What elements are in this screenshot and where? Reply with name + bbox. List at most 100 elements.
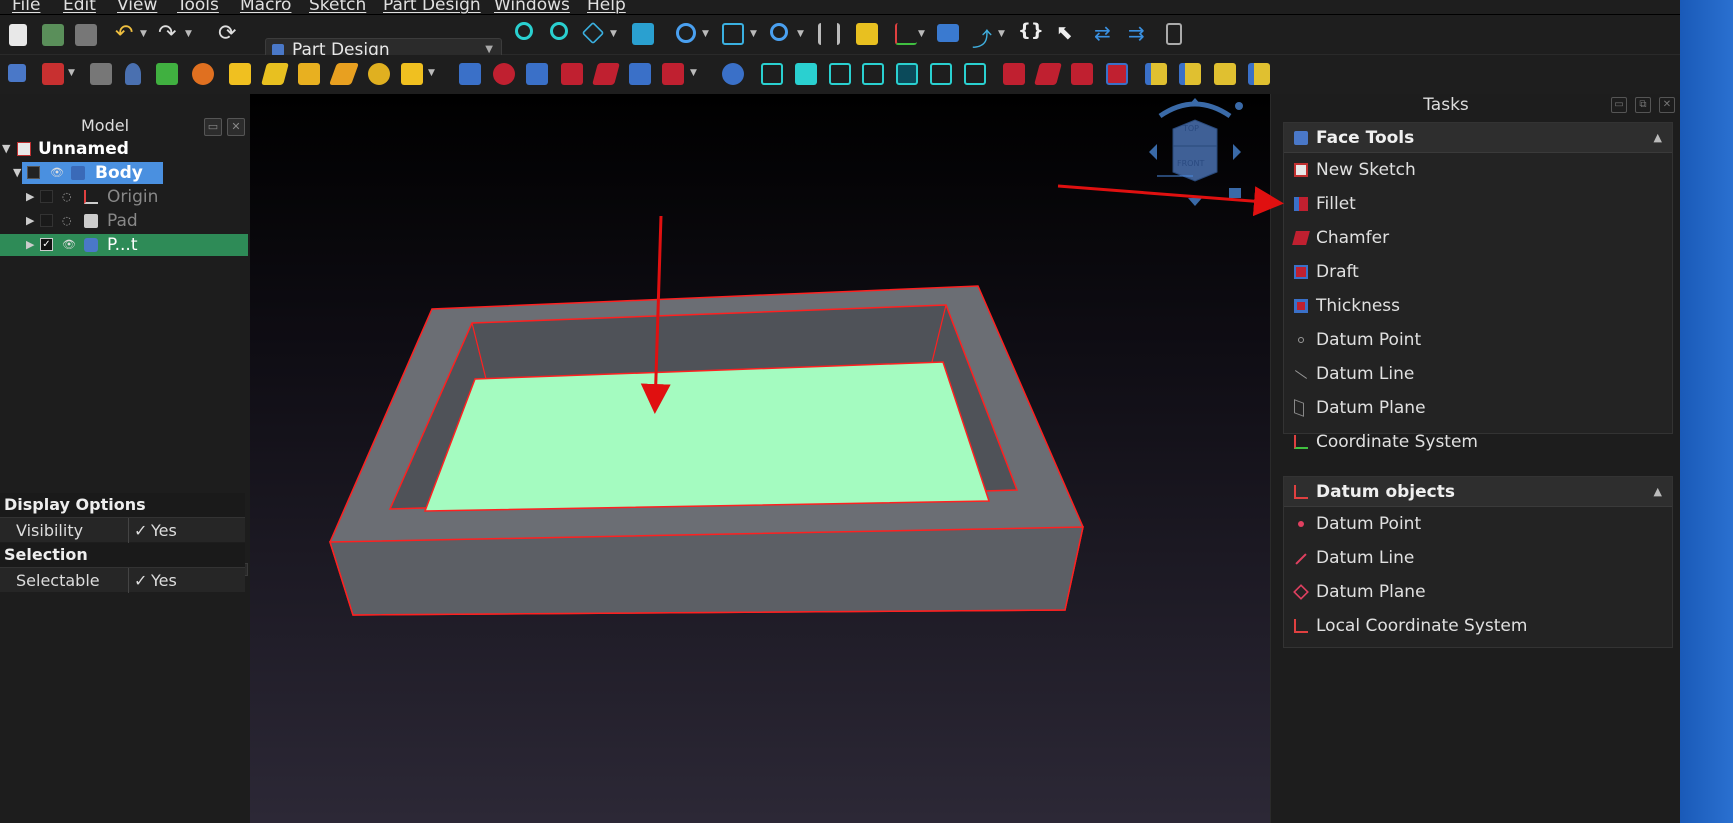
3d-viewport[interactable]: TOP FRONT bbox=[250, 94, 1270, 823]
undo-dropdown-icon[interactable]: ▼ bbox=[140, 29, 147, 39]
task-datum-point[interactable]: Datum Point bbox=[1284, 323, 1672, 357]
eye-icon[interactable]: 👁 bbox=[62, 234, 76, 256]
tray-model[interactable] bbox=[250, 94, 1270, 823]
task-datum-line[interactable]: Datum Line bbox=[1284, 357, 1672, 391]
isometric-view-icon[interactable] bbox=[581, 21, 605, 45]
menu-tools[interactable]: Tools bbox=[177, 0, 219, 14]
pad-icon[interactable] bbox=[229, 63, 251, 85]
draw-style-dropdown-icon[interactable]: ▼ bbox=[702, 29, 709, 39]
additive-dropdown-icon[interactable]: ▼ bbox=[428, 68, 435, 78]
eye-hidden-icon[interactable]: ◌ bbox=[62, 186, 72, 208]
collapsed-arrow-icon[interactable]: ▶ bbox=[26, 234, 34, 256]
link-dropdown-icon[interactable]: ▼ bbox=[998, 29, 1005, 39]
visibility-checkbox[interactable]: ✓ bbox=[40, 238, 53, 251]
subshape-binder-icon[interactable] bbox=[156, 63, 178, 85]
pocket-icon[interactable] bbox=[459, 63, 481, 85]
subtractive-pipe-icon[interactable] bbox=[592, 63, 620, 85]
pipe-icon[interactable] bbox=[328, 63, 360, 85]
visibility-checkbox[interactable] bbox=[27, 166, 40, 179]
sketch-icon[interactable] bbox=[42, 63, 64, 85]
datum-axis-icon[interactable] bbox=[895, 23, 917, 45]
task-new-sketch[interactable]: New Sketch bbox=[1284, 153, 1672, 187]
draft-tool-icon[interactable] bbox=[1071, 63, 1093, 85]
multi-transform-icon[interactable] bbox=[896, 63, 918, 85]
zoom-icon[interactable] bbox=[770, 23, 788, 41]
menu-help[interactable]: Help bbox=[587, 0, 626, 14]
whats-this-icon[interactable]: ⬉ bbox=[1056, 20, 1078, 44]
menu-macro[interactable]: Macro bbox=[240, 0, 291, 14]
task-fillet[interactable]: Fillet bbox=[1284, 187, 1672, 221]
subtractive-loft-icon[interactable] bbox=[561, 63, 583, 85]
task-datum-plane[interactable]: Datum Plane bbox=[1284, 391, 1672, 425]
chamfer-tool-icon[interactable] bbox=[1034, 63, 1062, 85]
mirrored-icon[interactable] bbox=[761, 63, 783, 85]
measure-icon[interactable] bbox=[818, 23, 840, 45]
undo-icon[interactable]: ↶ bbox=[115, 21, 137, 46]
tree-root-unnamed[interactable]: ▼ Unnamed bbox=[0, 138, 250, 160]
eye-icon[interactable]: 👁 bbox=[50, 162, 64, 184]
task-datum-plane-2[interactable]: Datum Plane bbox=[1284, 575, 1672, 609]
prop-value[interactable]: Yes bbox=[151, 568, 177, 593]
loft-icon[interactable] bbox=[298, 63, 320, 85]
sync-icon[interactable]: ⇄ bbox=[1094, 21, 1116, 45]
prop-row-selectable[interactable]: Selectable ✓ Yes bbox=[0, 567, 245, 593]
macro-braces-icon[interactable]: {} bbox=[1018, 20, 1044, 42]
new-file-icon[interactable] bbox=[9, 24, 27, 46]
bbox-dropdown-icon[interactable]: ▼ bbox=[750, 29, 757, 39]
body-icon[interactable] bbox=[8, 64, 26, 82]
menu-view[interactable]: View bbox=[117, 0, 157, 14]
boolean-icon[interactable] bbox=[722, 63, 744, 85]
fit-selection-icon[interactable] bbox=[550, 22, 568, 40]
involute-gear-icon[interactable] bbox=[1179, 63, 1201, 85]
sketch-dropdown-icon[interactable]: ▼ bbox=[68, 68, 75, 78]
shaft-wizard-icon[interactable] bbox=[1214, 63, 1236, 85]
tree-item-origin[interactable]: ▶ ◌ Origin bbox=[0, 186, 250, 208]
view-dropdown-icon[interactable]: ▼ bbox=[610, 29, 617, 39]
fit-all-icon[interactable] bbox=[515, 22, 533, 40]
subtractive-primitive-icon[interactable] bbox=[662, 63, 684, 85]
zoom-dropdown-icon[interactable]: ▼ bbox=[797, 29, 804, 39]
close-panel-icon[interactable]: ✕ bbox=[227, 118, 245, 136]
subtractive-dropdown-icon[interactable]: ▼ bbox=[690, 68, 697, 78]
draw-style-icon[interactable] bbox=[676, 23, 696, 43]
datum-dropdown-icon[interactable]: ▼ bbox=[918, 29, 925, 39]
scaled-icon[interactable] bbox=[862, 63, 884, 85]
polar-pattern-icon[interactable] bbox=[829, 63, 851, 85]
shape-binder-icon[interactable] bbox=[125, 63, 141, 85]
save-icon[interactable] bbox=[75, 24, 97, 46]
open-file-icon[interactable] bbox=[42, 24, 64, 46]
collapsed-arrow-icon[interactable]: ▶ bbox=[26, 186, 34, 208]
refresh-icon[interactable]: ⟳ bbox=[218, 21, 240, 46]
visibility-checkbox[interactable] bbox=[40, 214, 53, 227]
additive-primitive-icon[interactable] bbox=[401, 63, 423, 85]
cube-wire-icon[interactable] bbox=[930, 63, 952, 85]
task-chamfer[interactable]: Chamfer bbox=[1284, 221, 1672, 255]
task-datum-point-2[interactable]: Datum Point bbox=[1284, 507, 1672, 541]
tree-item-pocket[interactable]: ▶ ✓ 👁 P...t bbox=[0, 234, 248, 256]
close-panel-icon[interactable]: ✕ bbox=[1659, 97, 1675, 113]
prop-value[interactable]: Yes bbox=[151, 518, 177, 543]
task-draft[interactable]: Draft bbox=[1284, 255, 1672, 289]
collapse-icon[interactable]: ▲ bbox=[1654, 123, 1662, 153]
visibility-checkbox[interactable] bbox=[40, 190, 53, 203]
expand-arrow-icon[interactable]: ▼ bbox=[13, 162, 21, 184]
eye-hidden-icon[interactable]: ◌ bbox=[62, 210, 72, 232]
menu-sketch[interactable]: Sketch bbox=[309, 0, 366, 14]
groove-icon[interactable] bbox=[526, 63, 548, 85]
calculator-icon[interactable] bbox=[1166, 23, 1182, 45]
folder-icon[interactable] bbox=[937, 24, 959, 42]
task-thickness[interactable]: Thickness bbox=[1284, 289, 1672, 323]
validate-sketch-icon[interactable] bbox=[90, 63, 112, 85]
thickness-tool-icon[interactable] bbox=[1106, 63, 1128, 85]
undock-icon[interactable]: ⧉ bbox=[1635, 97, 1651, 113]
gear-icon[interactable] bbox=[1248, 63, 1270, 85]
bounding-box-icon[interactable] bbox=[722, 23, 744, 45]
std-view-icon[interactable] bbox=[632, 23, 654, 45]
float-panel-icon[interactable]: ▭ bbox=[1611, 97, 1627, 113]
fillet-tool-icon[interactable] bbox=[1003, 63, 1025, 85]
datum-objects-header[interactable]: Datum objects ▲ bbox=[1284, 477, 1672, 507]
navigation-cube[interactable]: TOP FRONT bbox=[1135, 94, 1255, 214]
hole-icon[interactable] bbox=[493, 63, 515, 85]
linear-pattern-icon[interactable] bbox=[795, 63, 817, 85]
task-datum-line-2[interactable]: Datum Line bbox=[1284, 541, 1672, 575]
